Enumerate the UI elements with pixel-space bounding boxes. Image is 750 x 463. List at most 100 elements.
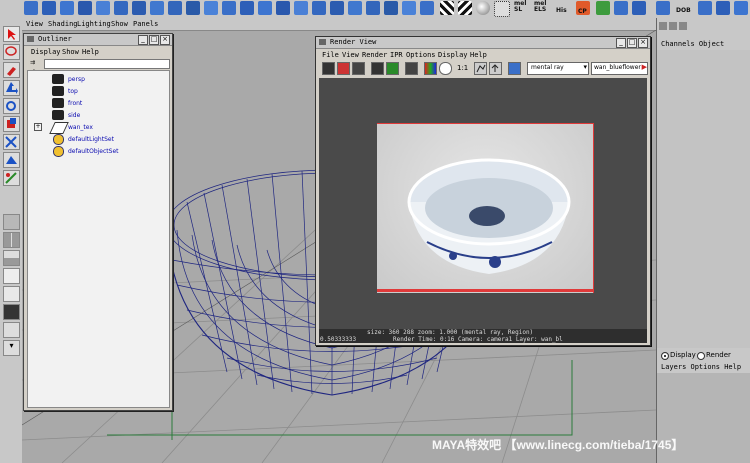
- outliner-menu-help[interactable]: Help: [82, 48, 99, 56]
- manipulator-icon[interactable]: [3, 134, 20, 150]
- maximize-button[interactable]: □: [627, 38, 637, 48]
- shelf-icon-19[interactable]: [348, 1, 362, 15]
- outliner-item-persp[interactable]: persp: [68, 76, 85, 83]
- renderer-select[interactable]: mental ray ▾: [527, 62, 589, 75]
- paint-select-icon[interactable]: [3, 62, 20, 78]
- shelf-icon-6[interactable]: [114, 1, 128, 15]
- shelf-icon-20[interactable]: [366, 1, 380, 15]
- layout-single-icon[interactable]: [3, 214, 20, 230]
- panel-toggle-icon[interactable]: [659, 22, 667, 30]
- minimize-button[interactable]: _: [616, 38, 626, 48]
- display-real-size-icon[interactable]: [508, 62, 521, 75]
- lasso-tool-icon[interactable]: [3, 44, 20, 60]
- shelf-label-his[interactable]: His: [556, 8, 567, 14]
- render-canvas[interactable]: [319, 78, 647, 330]
- shelf-icon-15[interactable]: [276, 1, 290, 15]
- shelf-icon-3[interactable]: [60, 1, 74, 15]
- close-button[interactable]: ×: [638, 38, 648, 48]
- ipr-render-icon[interactable]: [371, 62, 384, 75]
- outliner-item-default-object-set[interactable]: defaultObjectSet: [68, 148, 119, 155]
- cube-icon-3[interactable]: [698, 1, 712, 15]
- shelf-icon-14[interactable]: [258, 1, 272, 15]
- cube-icon-5[interactable]: [734, 1, 748, 15]
- render-view-titlebar[interactable]: Render View _ □ ×: [316, 37, 650, 49]
- close-button[interactable]: ×: [160, 35, 170, 45]
- menu-view[interactable]: View: [26, 20, 43, 28]
- tree-icon[interactable]: [596, 1, 610, 15]
- scale-tool-icon[interactable]: [3, 116, 20, 132]
- radio-render-label[interactable]: Render: [706, 351, 731, 359]
- shelf-icon-8[interactable]: [150, 1, 164, 15]
- shelf-label-cp[interactable]: CP: [578, 9, 587, 15]
- expand-plus-icon[interactable]: +: [34, 123, 42, 131]
- rv-menu-view[interactable]: View: [342, 51, 359, 59]
- outliner-menu-show[interactable]: Show: [62, 48, 79, 56]
- layout-outliner-icon[interactable]: [3, 268, 20, 284]
- layout-two-icon[interactable]: [3, 250, 20, 266]
- shelf-icon-18[interactable]: [330, 1, 344, 15]
- layout-graph-icon[interactable]: [3, 286, 20, 302]
- panel-toggle-icon-2[interactable]: [669, 22, 677, 30]
- outliner-filter-input[interactable]: [44, 59, 170, 69]
- minimize-button[interactable]: _: [138, 35, 148, 45]
- layout-menu-arrow-icon[interactable]: ▾: [3, 340, 20, 356]
- camera-field[interactable]: wan_blueflower ▶: [591, 62, 648, 75]
- outliner-list[interactable]: persp top front side + wan_tex defaultLi…: [27, 70, 170, 408]
- outliner-menu-display[interactable]: Display: [31, 48, 61, 56]
- shelf-icon-2[interactable]: [42, 1, 56, 15]
- shelf-icon-1[interactable]: [24, 1, 38, 15]
- sphere-icon[interactable]: [476, 1, 490, 15]
- layout-four-icon[interactable]: [3, 232, 20, 248]
- move-tool-icon[interactable]: [3, 80, 20, 96]
- cube-icon-2[interactable]: [656, 1, 670, 15]
- shelf-icon-4[interactable]: [78, 1, 92, 15]
- render-settings-icon[interactable]: [405, 62, 418, 75]
- menu-lighting[interactable]: Lighting: [77, 20, 111, 28]
- select-tool-icon[interactable]: [3, 26, 20, 42]
- layers-menu[interactable]: Layers Options Help: [661, 363, 741, 371]
- rv-menu-ipr[interactable]: IPR: [390, 51, 403, 59]
- menu-panels[interactable]: Panels: [133, 20, 158, 28]
- rv-menu-render[interactable]: Render: [362, 51, 387, 59]
- shelf-icon-13[interactable]: [240, 1, 254, 15]
- shelf-icon-21[interactable]: [384, 1, 398, 15]
- curve-icon[interactable]: [614, 1, 628, 15]
- rv-menu-help[interactable]: Help: [470, 51, 487, 59]
- outliner-item-side[interactable]: side: [68, 112, 80, 119]
- shelf-icon-12[interactable]: [222, 1, 236, 15]
- rv-menu-file[interactable]: File: [322, 51, 339, 59]
- shelf-icon-5[interactable]: [96, 1, 110, 15]
- menu-show[interactable]: Show: [111, 20, 128, 28]
- cube-icon[interactable]: [632, 1, 646, 15]
- menu-shading[interactable]: Shading: [48, 20, 78, 28]
- layout-script-icon[interactable]: [3, 322, 20, 338]
- shelf-icon-16[interactable]: [294, 1, 308, 15]
- render-region-icon[interactable]: [337, 62, 350, 75]
- radio-display-icon[interactable]: [661, 352, 669, 360]
- shelf-label-els[interactable]: mel ELS: [534, 1, 550, 13]
- shelf-icon-9[interactable]: [168, 1, 182, 15]
- rv-menu-options[interactable]: Options: [406, 51, 436, 59]
- collapse-arrows-icon[interactable]: ⇉: [30, 59, 35, 66]
- rotate-tool-icon[interactable]: [3, 98, 20, 114]
- shelf-icon-7[interactable]: [132, 1, 146, 15]
- remove-image-icon[interactable]: [489, 62, 502, 75]
- redo-render-icon[interactable]: [322, 62, 335, 75]
- outliner-item-default-light-set[interactable]: defaultLightSet: [68, 136, 114, 143]
- outliner-item-top[interactable]: top: [68, 88, 78, 95]
- layout-hypershade-icon[interactable]: [3, 304, 20, 320]
- shelf-icon-23[interactable]: [420, 1, 434, 15]
- soft-mod-icon[interactable]: [3, 152, 20, 168]
- checker-icon[interactable]: [440, 1, 454, 15]
- maximize-button[interactable]: □: [149, 35, 159, 45]
- refresh-ipr-icon[interactable]: [386, 62, 399, 75]
- radio-render-icon[interactable]: [697, 352, 705, 360]
- shelf-icon-11[interactable]: [204, 1, 218, 15]
- rv-menu-display[interactable]: Display: [438, 51, 468, 59]
- checker-icon-2[interactable]: [458, 1, 472, 15]
- alpha-channel-icon[interactable]: [439, 62, 452, 75]
- shelf-icon-10[interactable]: [186, 1, 200, 15]
- channel-box-area[interactable]: [657, 50, 750, 348]
- outliner-item-wan-tex[interactable]: wan_tex: [68, 124, 93, 131]
- scatter-icon[interactable]: [494, 1, 510, 17]
